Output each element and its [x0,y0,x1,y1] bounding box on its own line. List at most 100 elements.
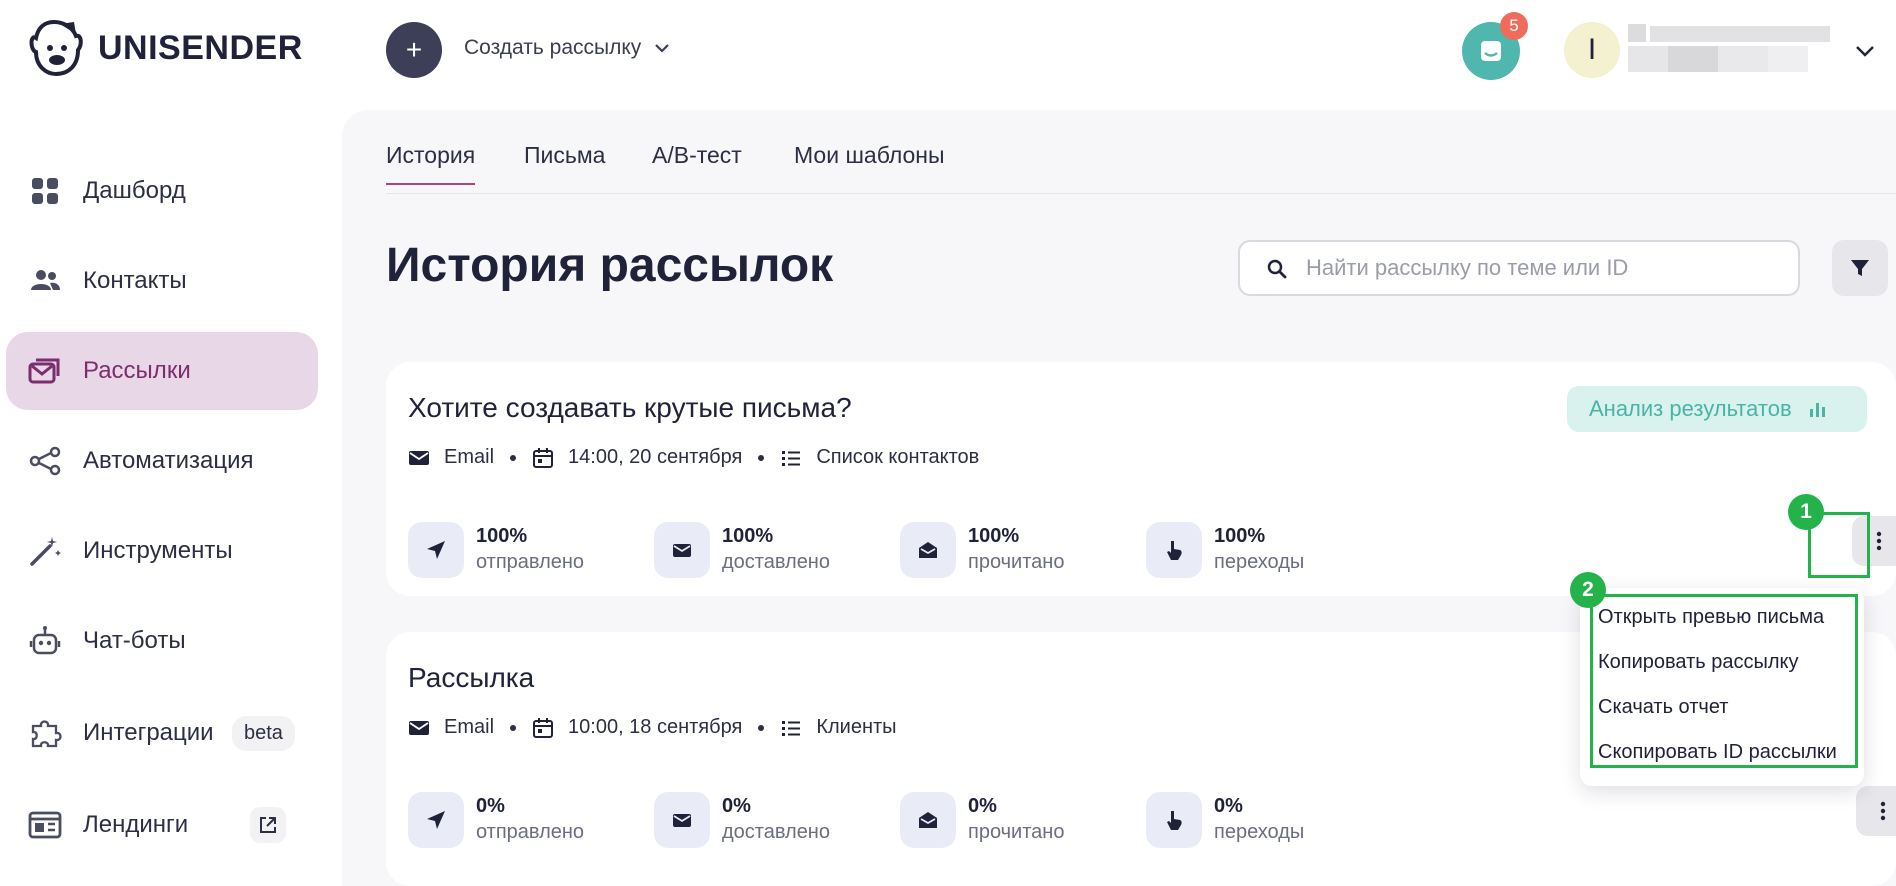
sidebar-item-automation[interactable]: Автоматизация [6,422,318,500]
beta-badge: beta [232,715,295,751]
sidebar-item-integrations[interactable]: Интеграции beta [6,694,318,772]
plus-icon: + [405,34,423,65]
send-icon [408,522,464,578]
annotation-marker-1: 1 [1788,494,1824,530]
page-title: История рассылок [386,239,834,292]
campaign-channel: Email [444,446,495,468]
separator-dot [758,454,765,461]
stat-value: 100% [1214,525,1266,547]
mail-delivered-icon [654,792,710,848]
notification-badge: 5 [1500,12,1528,40]
blurred-user-name [1628,24,1830,74]
separator-dot [510,724,517,731]
stat-label: прочитано [968,551,1065,573]
stat-read: 0% прочитано [900,792,1064,848]
stat-value: 100% [476,525,528,547]
tab-my-templates[interactable]: Мои шаблоны [794,142,945,183]
stat-value: 100% [722,525,774,547]
contacts-icon [31,270,60,290]
pointer-hand-icon [1146,792,1202,848]
tab-letters[interactable]: Письма [524,142,605,183]
search-icon [1267,259,1287,279]
sidebar-item-tools[interactable]: Инструменты [6,512,318,590]
magic-wand-icon [30,537,61,566]
dashboard-icon [32,178,58,204]
stat-label: переходы [1214,551,1305,573]
brand-name: UNISENDER [98,28,303,67]
stat-label: доставлено [722,551,830,573]
stat-sent: 100% отправлено [408,522,584,578]
campaign-title: Хотите создавать крутые письма? [408,392,852,423]
sidebar-item-dashboard[interactable]: Дашборд [6,152,318,230]
highlight-box-2 [1590,594,1858,768]
external-link-icon [260,817,276,833]
sidebar-item-campaigns[interactable]: Рассылки [6,332,318,410]
stat-value: 100% [968,525,1020,547]
top-bar: UNISENDER + Создать рассылку 5 I [0,0,1896,100]
tabs: История Письма A/B-тест Мои шаблоны [386,136,1896,194]
stat-label: отправлено [476,551,585,573]
avatar[interactable]: I [1564,22,1620,78]
sidebar-item-label: Дашборд [83,177,186,204]
stat-clicks: 0% переходы [1146,792,1304,848]
search-box [1238,240,1800,296]
campaign-list: Список контактов [816,446,980,468]
filter-icon [1851,260,1869,276]
analysis-results-button[interactable]: Анализ результатов [1567,386,1867,432]
tab-ab-test[interactable]: A/B-тест [652,142,742,183]
more-actions-button[interactable] [1856,786,1896,836]
stat-value: 0% [968,795,997,817]
campaign-list: Клиенты [816,716,897,738]
mail-stack-icon [28,358,60,384]
stat-read: 100% прочитано [900,522,1064,578]
campaign-channel: Email [444,716,495,738]
sidebar-item-label: Интеграции [83,719,214,746]
stat-label: переходы [1214,821,1305,843]
separator-dot [510,454,517,461]
filter-button[interactable] [1832,240,1888,296]
robot-icon [29,626,61,655]
stat-label: прочитано [968,821,1065,843]
campaign-datetime: 14:00, 20 сентября [568,446,743,468]
create-campaign-label: Создать рассылку [464,36,642,59]
stat-delivered: 0% доставлено [654,792,830,848]
bar-chart-icon [1809,403,1825,417]
tab-history[interactable]: История [386,142,476,185]
stat-value: 0% [722,795,751,817]
pointer-hand-icon [1146,522,1202,578]
stat-clicks: 100% переходы [1146,522,1304,578]
external-link-button[interactable] [250,807,286,843]
puzzle-icon [31,720,62,748]
kebab-menu-icon [1880,801,1886,821]
create-campaign-button[interactable]: + [386,22,442,78]
list-icon [782,720,801,736]
sidebar-item-label: Чат-боты [83,627,186,654]
logo[interactable]: UNISENDER [26,20,303,76]
sidebar-item-label: Рассылки [83,357,191,384]
chevron-down-icon [655,44,670,53]
chat-icon [1481,41,1501,61]
stat-delivered: 100% доставлено [654,522,830,578]
campaign-datetime: 10:00, 18 сентября [568,716,743,738]
sidebar-item-landings[interactable]: Лендинги [6,786,318,864]
sidebar-item-chatbots[interactable]: Чат-боты [6,602,318,680]
mail-open-icon [900,792,956,848]
sidebar-item-label: Инструменты [83,537,233,564]
mail-open-icon [900,522,956,578]
stat-value: 0% [1214,795,1243,817]
annotation-marker-2: 2 [1570,572,1606,608]
create-campaign-dropdown[interactable]: Создать рассылку [464,36,671,60]
account-chevron-down-icon[interactable] [1854,40,1876,62]
sidebar-item-label: Автоматизация [83,447,254,474]
sidebar-item-label: Лендинги [83,811,189,838]
search-input[interactable] [1306,254,1776,282]
dog-logo-icon [29,20,83,76]
mail-icon [409,720,429,735]
campaign-card[interactable]: Хотите создавать крутые письма? Email 14… [386,362,1896,596]
sidebar-item-contacts[interactable]: Контакты [6,242,318,320]
stat-label: отправлено [476,821,585,843]
mail-delivered-icon [654,522,710,578]
stat-label: доставлено [722,821,830,843]
campaign-title: Рассылка [408,662,535,693]
landing-icon [28,811,62,839]
